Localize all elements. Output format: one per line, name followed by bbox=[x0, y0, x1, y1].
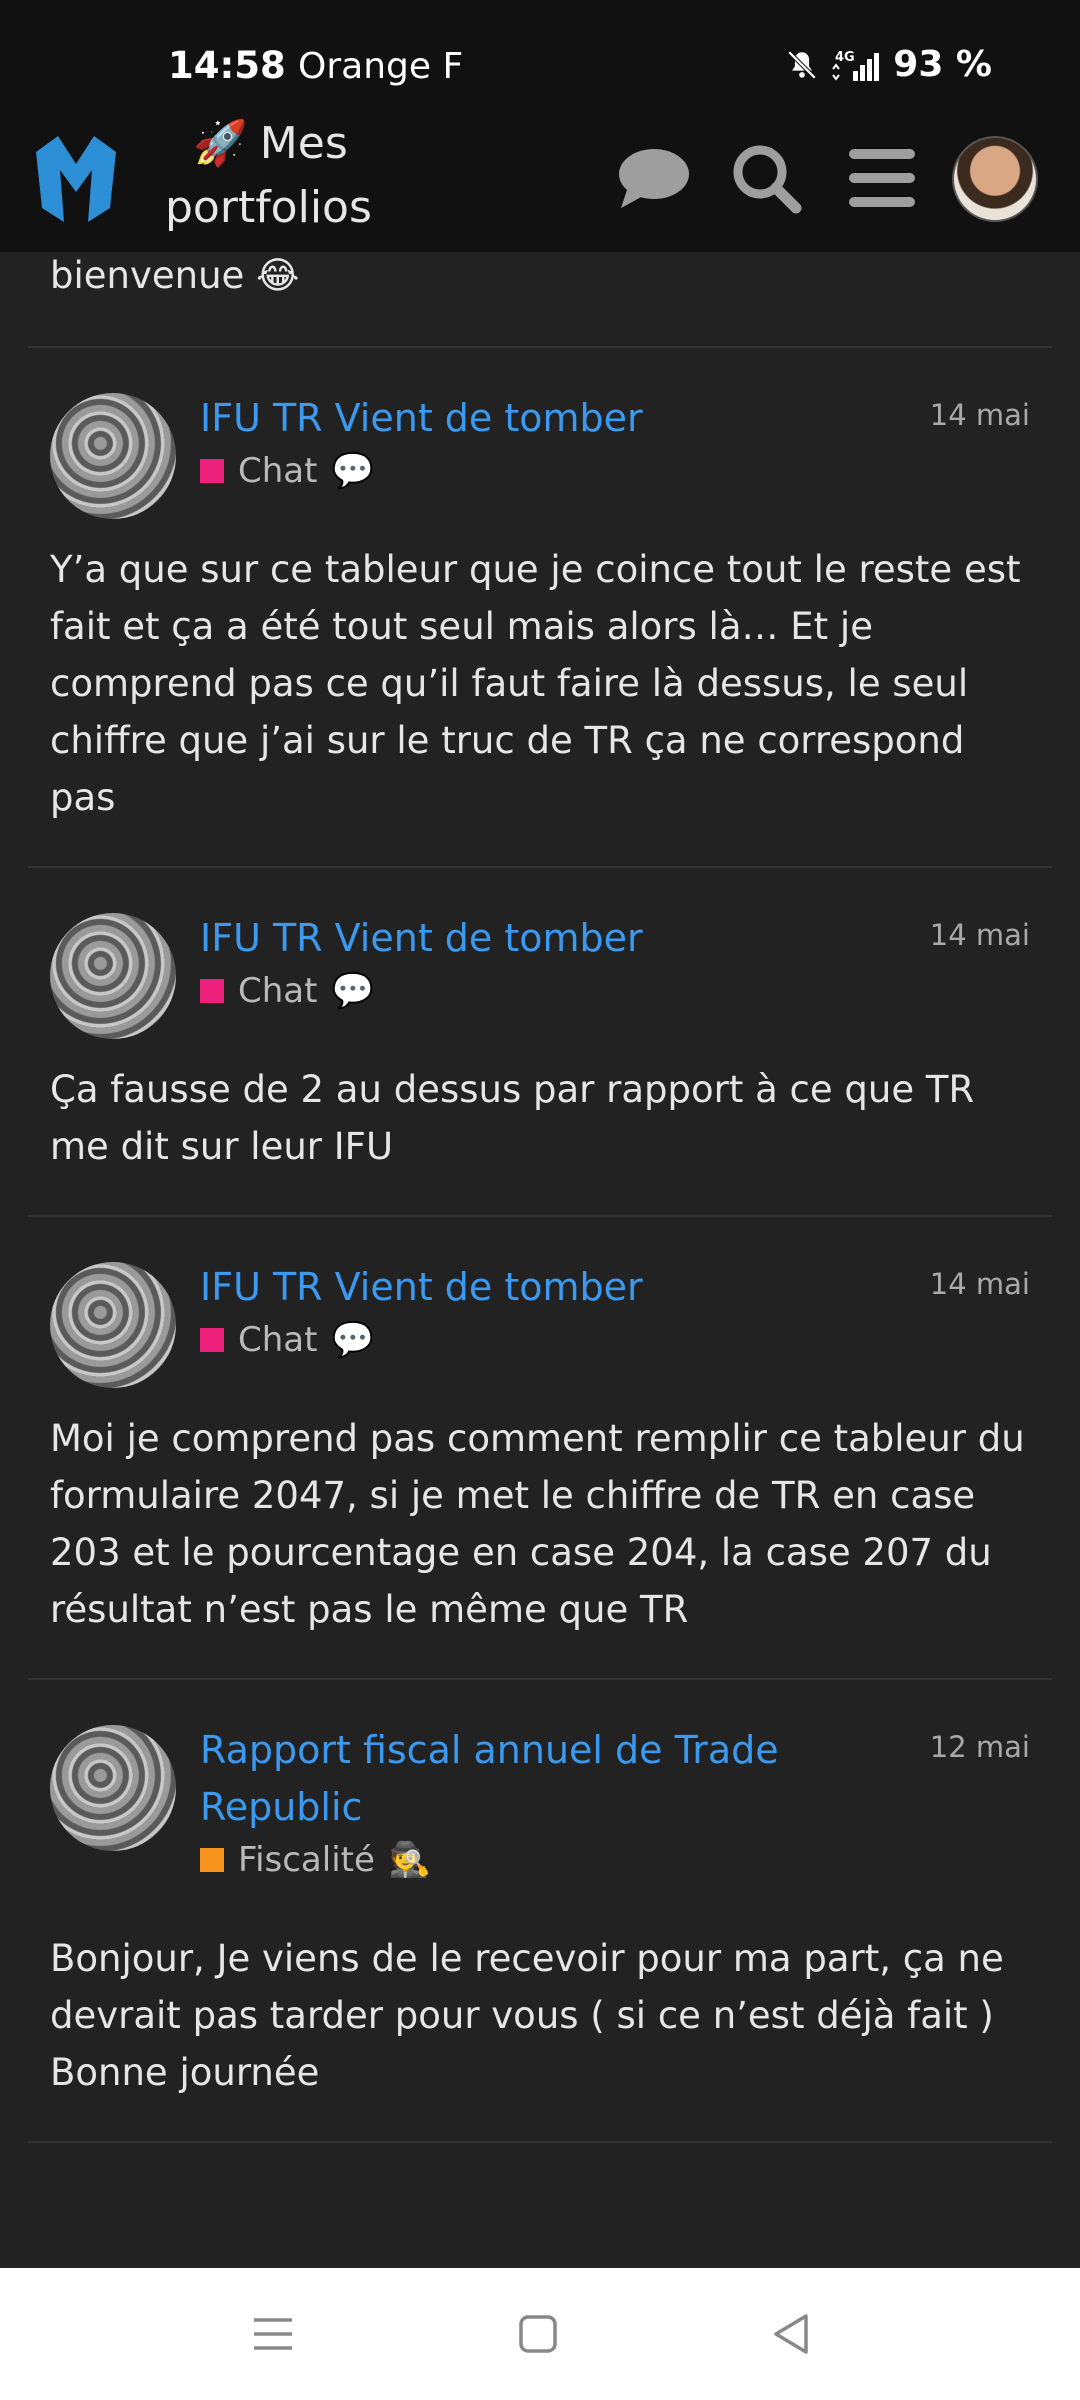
list-item[interactable]: IFU TR Vient de tomber 14 mai Chat 💬 Y’a… bbox=[28, 348, 1052, 868]
site-logo[interactable] bbox=[28, 130, 124, 226]
signal-icon: 4G bbox=[829, 47, 883, 83]
user-avatar[interactable] bbox=[952, 136, 1038, 222]
speech-bubble-icon: 💬 bbox=[331, 971, 374, 1011]
mute-icon bbox=[785, 48, 819, 82]
speech-bubble-icon: 💬 bbox=[331, 1320, 374, 1360]
topic-title-link[interactable]: IFU TR Vient de tomber bbox=[200, 1259, 910, 1316]
list-item[interactable]: IFU TR Vient de tomber 14 mai Chat 💬 Moi… bbox=[28, 1217, 1052, 1680]
search-results-list: bienvenue 😂 IFU TR Vient de tomber 14 ma… bbox=[0, 252, 1080, 2143]
category-color-box bbox=[200, 459, 224, 483]
search-icon bbox=[730, 142, 802, 218]
topic-title-link[interactable]: IFU TR Vient de tomber bbox=[200, 390, 910, 447]
category-name: Chat bbox=[238, 971, 318, 1011]
category-color-box bbox=[200, 979, 224, 1003]
post-excerpt[interactable]: Y’a que sur ce tableur que je coince tou… bbox=[50, 541, 1030, 826]
home-icon bbox=[512, 2315, 564, 2364]
rocket-icon: 🚀 bbox=[193, 118, 248, 169]
category-badge[interactable]: Chat 💬 bbox=[200, 1320, 1030, 1360]
back-icon bbox=[766, 2314, 818, 2364]
category-badge[interactable]: Chat 💬 bbox=[200, 971, 1030, 1011]
status-carrier: Orange F bbox=[298, 46, 464, 87]
site-title[interactable]: 🚀 Mes portfolios bbox=[165, 112, 425, 240]
search-button[interactable] bbox=[726, 140, 806, 220]
avatar[interactable] bbox=[50, 1262, 176, 1388]
battery-level: 93 % bbox=[893, 44, 992, 85]
category-name: Chat bbox=[238, 1320, 318, 1360]
back-button[interactable] bbox=[766, 2308, 818, 2360]
topic-title-link[interactable]: IFU TR Vient de tomber bbox=[200, 910, 910, 967]
site-header: 🚀 Mes portfolios bbox=[0, 100, 1080, 252]
list-item[interactable]: IFU TR Vient de tomber 14 mai Chat 💬 Ça … bbox=[28, 868, 1052, 1217]
speech-bubble-icon: 💬 bbox=[331, 451, 374, 491]
laughing-emoji-icon: 😂 bbox=[256, 254, 300, 297]
status-indicators: 4G 93 % bbox=[785, 44, 992, 85]
avatar[interactable] bbox=[50, 1725, 176, 1851]
post-date[interactable]: 12 mai bbox=[930, 1730, 1030, 1764]
recent-apps-icon bbox=[248, 2318, 300, 2364]
post-date[interactable]: 14 mai bbox=[930, 398, 1030, 432]
menu-icon bbox=[849, 149, 915, 211]
post-date[interactable]: 14 mai bbox=[930, 1267, 1030, 1301]
category-name: Fiscalité bbox=[238, 1840, 375, 1880]
category-color-box bbox=[200, 1328, 224, 1352]
network-label: 4G bbox=[835, 50, 855, 65]
post-excerpt[interactable]: Ça fausse de 2 au dessus par rapport à c… bbox=[50, 1061, 1030, 1175]
recent-apps-button[interactable] bbox=[248, 2308, 300, 2360]
chat-button[interactable] bbox=[614, 140, 694, 220]
category-name: Chat bbox=[238, 451, 318, 491]
post-excerpt[interactable]: Bonjour, Je viens de le recevoir pour ma… bbox=[50, 1930, 1030, 2101]
chat-icon bbox=[617, 146, 691, 214]
topic-title-link[interactable]: Rapport fiscal annuel de Trade Republic bbox=[200, 1722, 910, 1836]
category-badge[interactable]: Fiscalité 🕵 bbox=[200, 1840, 1030, 1880]
previous-excerpt-text: bienvenue bbox=[50, 254, 245, 297]
detective-icon: 🕵 bbox=[388, 1840, 432, 1880]
status-time: 14:58 bbox=[168, 44, 286, 87]
list-item[interactable]: Rapport fiscal annuel de Trade Republic … bbox=[28, 1680, 1052, 2143]
avatar[interactable] bbox=[50, 913, 176, 1039]
category-color-box bbox=[200, 1848, 224, 1872]
avatar[interactable] bbox=[50, 393, 176, 519]
post-date[interactable]: 14 mai bbox=[930, 918, 1030, 952]
previous-post-excerpt: bienvenue 😂 bbox=[28, 246, 1052, 348]
post-excerpt[interactable]: Moi je comprend pas comment remplir ce t… bbox=[50, 1410, 1030, 1638]
system-nav-bar bbox=[0, 2268, 1080, 2400]
menu-button[interactable] bbox=[842, 140, 922, 220]
home-button[interactable] bbox=[512, 2308, 564, 2360]
category-badge[interactable]: Chat 💬 bbox=[200, 451, 1030, 491]
